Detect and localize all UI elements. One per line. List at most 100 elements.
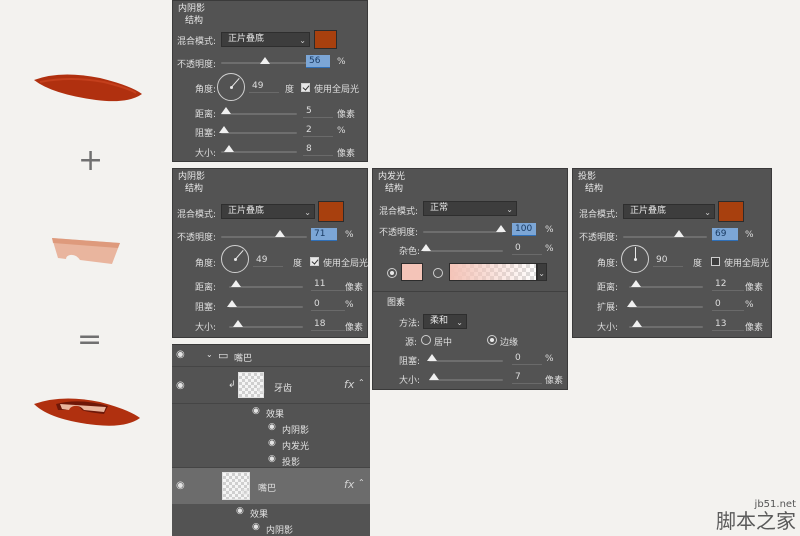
opacity-input[interactable]: 69 (712, 228, 738, 241)
blend-mode-select[interactable]: 正片叠底 ⌄ (221, 204, 315, 219)
layer-group-row[interactable]: ◉ ⌄ ▭ 嘴巴 (172, 345, 370, 367)
spread-slider-track[interactable] (629, 306, 703, 308)
gradient-radio[interactable] (433, 268, 443, 278)
opacity-input[interactable]: 100 (512, 223, 536, 236)
global-light-checkbox[interactable] (711, 257, 720, 266)
opacity-slider-thumb[interactable] (496, 225, 506, 232)
distance-slider-thumb[interactable] (221, 107, 231, 114)
choke-label: 阻塞: (195, 303, 217, 313)
noise-slider-thumb[interactable] (421, 244, 431, 251)
size-input[interactable]: 13 (712, 318, 744, 331)
distance-input[interactable]: 12 (712, 278, 744, 291)
angle-input[interactable]: 49 (253, 254, 283, 267)
opacity-slider-thumb[interactable] (260, 57, 270, 64)
solid-color-radio[interactable] (387, 268, 397, 278)
choke-slider-thumb[interactable] (227, 300, 237, 307)
fx-icon[interactable]: fx (344, 478, 354, 491)
chevron-down-icon[interactable]: ⌄ (206, 350, 213, 359)
effect-drop-shadow-row[interactable]: ◉ 投影 (172, 452, 370, 468)
effects-row[interactable]: ◉ 效果 (172, 404, 370, 420)
shadow-color-swatch[interactable] (718, 201, 744, 222)
eye-icon[interactable]: ◉ (252, 522, 260, 532)
choke-slider-track[interactable] (229, 306, 303, 308)
layer-row-teeth[interactable]: ◉ ↲ ⧉ 牙齿 fx ⌃ (172, 368, 370, 404)
global-light-checkbox[interactable] (310, 257, 319, 266)
gradient-dropdown[interactable]: ⌄ (537, 263, 547, 281)
angle-dial[interactable] (217, 73, 245, 101)
chevron-up-icon[interactable]: ⌃ (358, 478, 365, 487)
shadow-color-swatch[interactable] (318, 201, 344, 222)
spread-input[interactable]: 0 (712, 298, 744, 311)
choke-input[interactable]: 0 (512, 352, 542, 365)
opacity-slider-thumb[interactable] (275, 230, 285, 237)
blend-mode-label: 混合模式: (579, 210, 619, 220)
eye-icon[interactable]: ◉ (268, 454, 276, 464)
size-slider-thumb[interactable] (632, 320, 642, 327)
choke-slider-track[interactable] (429, 360, 503, 362)
equals-sign: = (77, 322, 103, 357)
source-center-radio[interactable] (421, 335, 431, 345)
opacity-slider-thumb[interactable] (674, 230, 684, 237)
inner-glow-panel: 内发光 结构 混合模式: 正常 ⌄ 不透明度: 100 % 杂色: 0 % ⌄ … (372, 168, 568, 390)
choke-input[interactable]: 0 (311, 298, 345, 311)
distance-slider-track[interactable] (221, 113, 297, 115)
effect-inner-shadow-row-2[interactable]: ◉ 内阴影 (172, 520, 370, 536)
angle-input[interactable]: 90 (653, 254, 683, 267)
eye-icon[interactable]: ◉ (176, 380, 185, 391)
eye-icon[interactable]: ◉ (268, 422, 276, 432)
distance-slider-thumb[interactable] (631, 280, 641, 287)
effects-row-2[interactable]: ◉ 效果 (172, 504, 370, 520)
blend-mode-label: 混合模式: (177, 210, 217, 220)
opacity-slider-track[interactable] (423, 231, 503, 233)
angle-dial[interactable] (621, 245, 649, 273)
size-slider-track[interactable] (429, 379, 503, 381)
size-input[interactable]: 8 (303, 143, 333, 156)
method-select[interactable]: 柔和 ⌄ (423, 314, 467, 329)
fx-icon[interactable]: fx (344, 378, 354, 391)
angle-input[interactable]: 49 (249, 80, 279, 93)
size-label: 大小: (597, 323, 619, 333)
size-input[interactable]: 7 (512, 371, 542, 384)
layer-row-mouth[interactable]: ◉ ⧉ 嘴巴 fx ⌃ (172, 468, 370, 504)
blend-mode-select[interactable]: 正片叠底 ⌄ (623, 204, 715, 219)
eye-icon[interactable]: ◉ (176, 349, 185, 360)
global-light-label: 使用全局光 (314, 85, 360, 95)
distance-input[interactable]: 11 (311, 278, 345, 291)
distance-input[interactable]: 5 (303, 105, 333, 118)
size-label: 大小: (195, 323, 217, 333)
angle-dial[interactable] (221, 245, 249, 273)
size-slider-thumb[interactable] (233, 320, 243, 327)
effect-inner-shadow-row[interactable]: ◉ 内阴影 (172, 420, 370, 436)
blend-mode-select[interactable]: 正片叠底 ⌄ (221, 32, 310, 47)
glow-gradient-swatch[interactable] (449, 263, 537, 281)
eye-icon[interactable]: ◉ (176, 480, 185, 491)
choke-slider-thumb[interactable] (427, 354, 437, 361)
spread-slider-thumb[interactable] (627, 300, 637, 307)
folder-icon: ▭ (218, 349, 229, 362)
opacity-slider-track[interactable] (623, 236, 707, 238)
opacity-label: 不透明度: (177, 233, 217, 243)
glow-color-swatch[interactable] (401, 263, 423, 281)
source-edge-radio[interactable] (487, 335, 497, 345)
chevron-up-icon[interactable]: ⌃ (358, 378, 365, 387)
opacity-input[interactable]: 71 (311, 228, 337, 241)
eye-icon[interactable]: ◉ (268, 438, 276, 448)
size-slider-thumb[interactable] (224, 145, 234, 152)
choke-input[interactable]: 2 (303, 124, 333, 137)
opacity-label: 不透明度: (177, 60, 217, 70)
opacity-input[interactable]: 56 (306, 55, 330, 68)
blend-mode-select[interactable]: 正常 ⌄ (423, 201, 517, 216)
size-slider-thumb[interactable] (429, 373, 439, 380)
noise-slider-track[interactable] (423, 250, 503, 252)
distance-slider-thumb[interactable] (231, 280, 241, 287)
choke-slider-track[interactable] (221, 132, 297, 134)
effect-inner-glow-row[interactable]: ◉ 内发光 (172, 436, 370, 452)
opacity-slider-track[interactable] (221, 236, 307, 238)
global-light-checkbox[interactable] (301, 83, 310, 92)
shadow-color-swatch[interactable] (314, 30, 337, 49)
eye-icon[interactable]: ◉ (236, 506, 244, 516)
choke-slider-thumb[interactable] (219, 126, 229, 133)
eye-icon[interactable]: ◉ (252, 406, 260, 416)
size-input[interactable]: 18 (311, 318, 345, 331)
noise-input[interactable]: 0 (512, 242, 542, 255)
